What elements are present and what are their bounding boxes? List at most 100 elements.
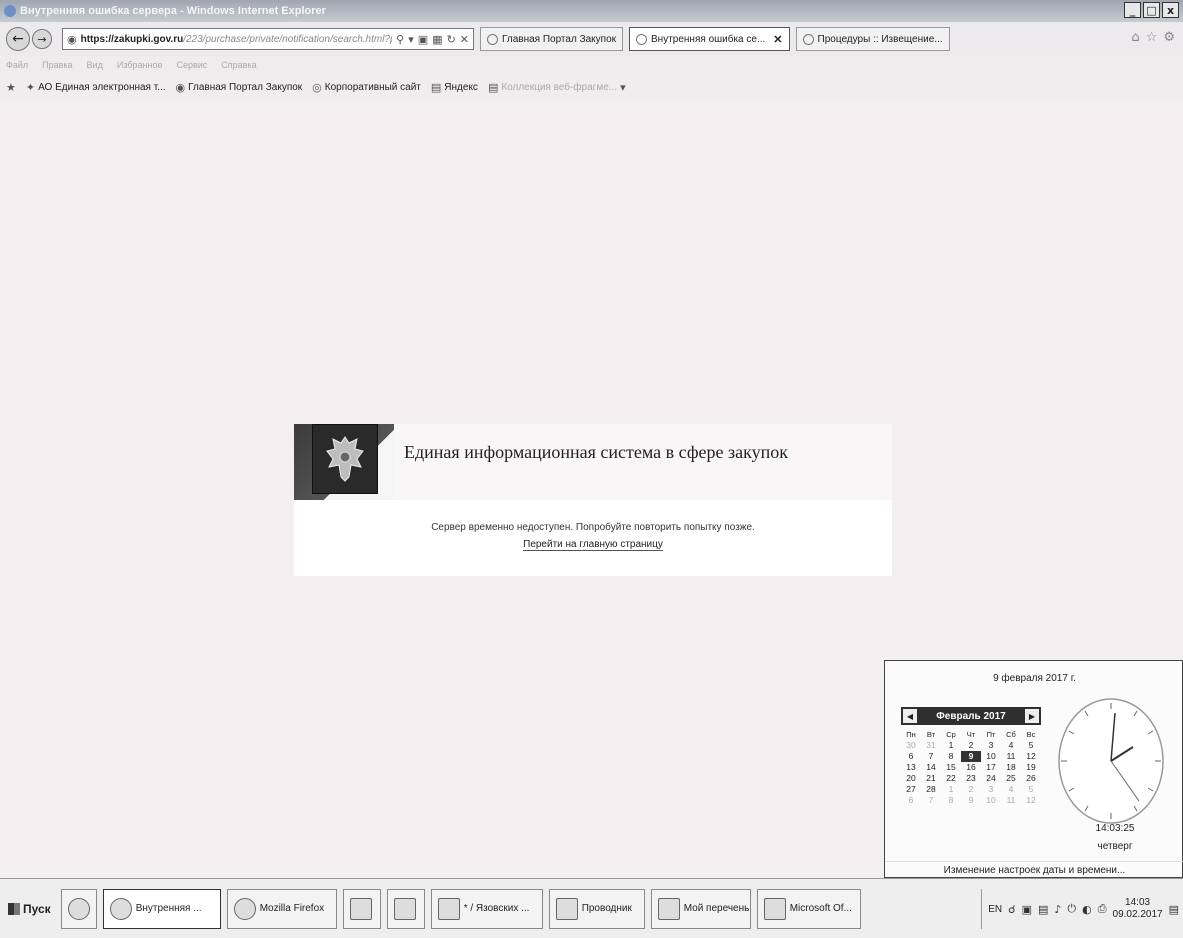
- calendar-month-label[interactable]: Февраль 2017: [936, 711, 1005, 722]
- calendar-day[interactable]: 3: [981, 784, 1001, 795]
- lock-icon[interactable]: ▣: [418, 33, 428, 46]
- taskbar-item-media[interactable]: [342, 888, 381, 929]
- quicklaunch-button[interactable]: [60, 888, 97, 929]
- taskbar-item-ie[interactable]: Внутренняя ...: [102, 888, 221, 929]
- search-icon[interactable]: ⚲: [396, 33, 404, 46]
- tab-procedures[interactable]: Процедуры :: Извещение...: [795, 27, 950, 51]
- menu-favorites[interactable]: Избранное: [117, 60, 163, 70]
- menu-edit[interactable]: Правка: [42, 60, 72, 70]
- calendar-day[interactable]: 14: [921, 762, 941, 773]
- calendar-day[interactable]: 7: [921, 751, 941, 762]
- calendar-day[interactable]: 10: [981, 751, 1001, 762]
- date-settings-link[interactable]: Изменение настроек даты и времени...: [885, 861, 1183, 876]
- calendar-day[interactable]: 31: [921, 740, 941, 751]
- calendar-day[interactable]: 6: [901, 795, 921, 806]
- stop-icon[interactable]: ✕: [460, 33, 469, 46]
- network-icon[interactable]: ☌: [1008, 903, 1015, 916]
- calendar-day[interactable]: 1: [941, 784, 961, 795]
- minimize-button[interactable]: _: [1124, 2, 1141, 18]
- address-bar[interactable]: ◉ https://zakupki.gov.ru/223/purchase/pr…: [62, 28, 474, 50]
- tab-server-error[interactable]: Внутренняя ошибка се... ✕: [629, 27, 790, 51]
- favorites-star-icon[interactable]: ☆: [1146, 30, 1158, 45]
- go-home-link[interactable]: Перейти на главную страницу: [523, 539, 663, 551]
- menu-view[interactable]: Вид: [87, 60, 103, 70]
- chevron-down-icon[interactable]: ▾: [620, 81, 626, 94]
- compat-view-icon[interactable]: ▦: [432, 33, 442, 46]
- tray-app-icon[interactable]: ▣: [1022, 903, 1032, 916]
- fav-item-portal[interactable]: ◉ Главная Портал Закупок: [176, 81, 303, 94]
- calendar-day[interactable]: 26: [1021, 773, 1041, 784]
- prev-month-icon[interactable]: ◀: [903, 709, 917, 723]
- address-url[interactable]: https://zakupki.gov.ru/223/purchase/priv…: [81, 34, 393, 45]
- taskbar-item-word[interactable]: Microsoft Of...: [756, 888, 861, 929]
- volume-icon[interactable]: ♪: [1054, 903, 1061, 916]
- close-tab-icon[interactable]: ✕: [773, 33, 782, 46]
- calendar-day[interactable]: 28: [921, 784, 941, 795]
- calendar-day[interactable]: 13: [901, 762, 921, 773]
- fav-item-corporate[interactable]: ◎ Корпоративный сайт: [312, 81, 421, 94]
- fav-item-webslices[interactable]: ▤ Коллекция веб-фрагме... ▾: [488, 81, 626, 94]
- fav-item-eets[interactable]: ✦ АО Единая электронная т...: [26, 81, 166, 94]
- close-window-button[interactable]: x: [1162, 2, 1179, 18]
- tray-clock[interactable]: 14:03 09.02.2017: [1113, 897, 1163, 921]
- language-indicator[interactable]: EN: [988, 904, 1002, 915]
- calendar-day[interactable]: 24: [981, 773, 1001, 784]
- menu-tools[interactable]: Сервис: [176, 60, 207, 70]
- calendar-day[interactable]: 9: [961, 795, 981, 806]
- calendar-day[interactable]: 7: [921, 795, 941, 806]
- calendar-day[interactable]: 21: [921, 773, 941, 784]
- dropdown-icon[interactable]: ▾: [408, 33, 414, 46]
- calendar-day[interactable]: 8: [941, 751, 961, 762]
- calendar-day[interactable]: 9: [961, 751, 981, 762]
- gear-icon[interactable]: ⚙: [1163, 30, 1175, 45]
- start-button[interactable]: Пуск: [4, 902, 55, 916]
- calendar-day[interactable]: 12: [1021, 751, 1041, 762]
- calendar-day[interactable]: 2: [961, 740, 981, 751]
- calendar-day[interactable]: 19: [1021, 762, 1041, 773]
- taskbar-item-explorer[interactable]: Проводник: [548, 888, 645, 929]
- calendar-day[interactable]: 25: [1001, 773, 1021, 784]
- next-month-icon[interactable]: ▶: [1024, 709, 1039, 723]
- forward-icon[interactable]: →: [32, 29, 52, 49]
- favorites-icon[interactable]: ★: [6, 81, 16, 94]
- fav-item-yandex[interactable]: ▤ Яндекс: [431, 81, 478, 94]
- home-icon[interactable]: ⌂: [1131, 30, 1139, 45]
- calendar-day[interactable]: 16: [961, 762, 981, 773]
- calendar-day[interactable]: 1: [941, 740, 961, 751]
- calendar-day[interactable]: 20: [901, 773, 921, 784]
- refresh-icon[interactable]: ↻: [447, 33, 456, 46]
- back-icon[interactable]: ←: [6, 27, 30, 51]
- show-desktop-icon[interactable]: ▤: [1169, 903, 1179, 916]
- calendar-day[interactable]: 6: [901, 751, 921, 762]
- calendar-day[interactable]: 27: [901, 784, 921, 795]
- calendar-day[interactable]: 22: [941, 773, 961, 784]
- calendar-day[interactable]: 11: [1001, 795, 1021, 806]
- printer-icon[interactable]: ⎙: [1098, 902, 1107, 916]
- maximize-button[interactable]: □: [1143, 2, 1160, 18]
- calendar-day[interactable]: 5: [1021, 740, 1041, 751]
- taskbar-item-1c[interactable]: * / Язовских ...: [430, 888, 543, 929]
- taskbar-item-firefox[interactable]: Mozilla Firefox: [226, 888, 337, 929]
- power-icon[interactable]: ⏻: [1067, 902, 1076, 916]
- calendar-day[interactable]: 15: [941, 762, 961, 773]
- tab-main-portal[interactable]: Главная Портал Закупок: [480, 27, 624, 51]
- calendar-day[interactable]: 11: [1001, 751, 1021, 762]
- menu-file[interactable]: Файл: [6, 60, 28, 70]
- calendar-day[interactable]: 30: [901, 740, 921, 751]
- calendar-day[interactable]: 18: [1001, 762, 1021, 773]
- calendar-day[interactable]: 3: [981, 740, 1001, 751]
- taskbar-item-misc[interactable]: [386, 888, 425, 929]
- display-icon[interactable]: ▤: [1038, 903, 1048, 916]
- calendar-day[interactable]: 17: [981, 762, 1001, 773]
- calendar-day[interactable]: 5: [1021, 784, 1041, 795]
- taskbar-item-excel[interactable]: Мой перечень: [650, 888, 751, 929]
- calendar-day[interactable]: 2: [961, 784, 981, 795]
- tray-app2-icon[interactable]: ◐: [1082, 903, 1092, 916]
- calendar-day[interactable]: 4: [1001, 784, 1021, 795]
- calendar-day[interactable]: 23: [961, 773, 981, 784]
- calendar-day[interactable]: 12: [1021, 795, 1041, 806]
- calendar-day[interactable]: 8: [941, 795, 961, 806]
- calendar-day[interactable]: 4: [1001, 740, 1021, 751]
- menu-help[interactable]: Справка: [221, 60, 256, 70]
- calendar-day[interactable]: 10: [981, 795, 1001, 806]
